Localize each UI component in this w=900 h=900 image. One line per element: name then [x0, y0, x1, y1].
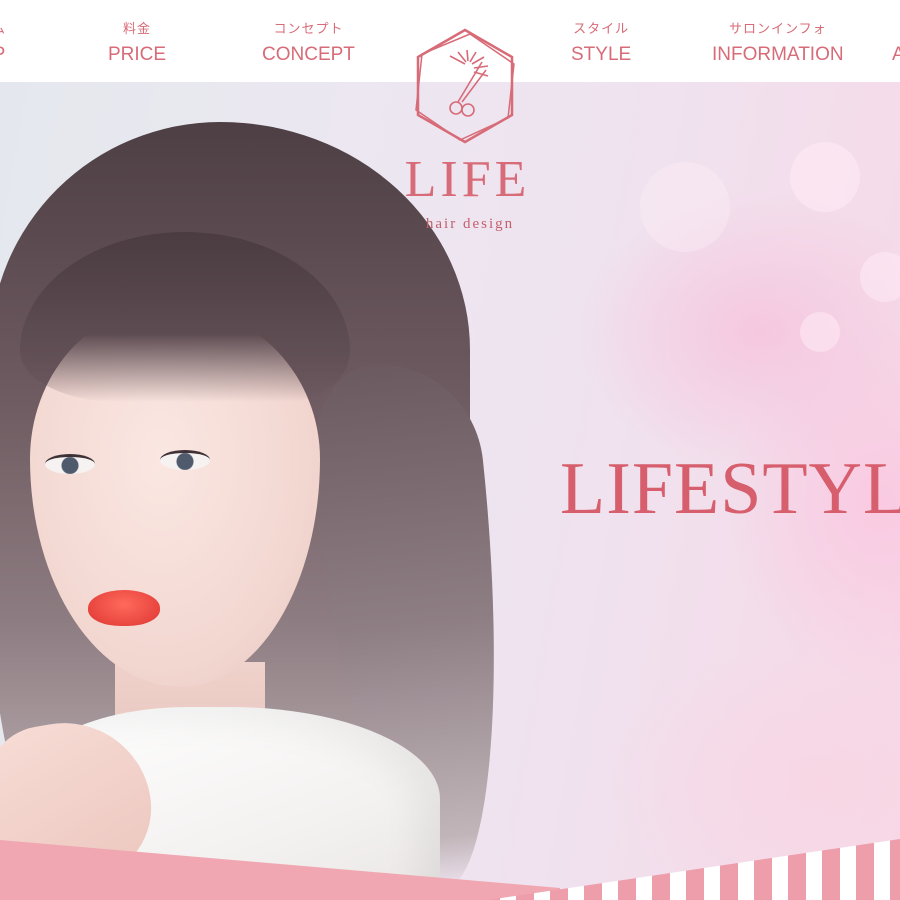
nav-item-jp-label: スタイル	[573, 21, 630, 36]
logo-title: LIFE	[404, 151, 531, 208]
nav-item-jp-label: サロンインフォ	[728, 21, 827, 36]
nav-item-jp-label: 料金	[123, 21, 152, 36]
nav-item-en-label: A	[892, 44, 900, 65]
nav-item-jp-label: ム	[0, 18, 6, 38]
nav-item-en-label: PRICE	[108, 44, 167, 65]
nav-item-en-label: INFORMATION	[712, 44, 844, 65]
nav-item-en-label: STYLE	[571, 44, 632, 65]
bokeh-light	[790, 142, 860, 212]
nav-item-style[interactable]: スタイル STYLE	[571, 18, 631, 66]
nav-item-concept[interactable]: コンセプト CONCEPT	[262, 18, 355, 66]
site-logo[interactable]: LIFE hair design	[390, 18, 550, 243]
bokeh-light	[860, 252, 900, 302]
hero-headline: LIFESTYL	[560, 448, 900, 530]
nav-item-jp-label: コンセプト	[273, 21, 344, 36]
bokeh-light	[640, 162, 730, 252]
logo-subtitle: hair design	[425, 216, 515, 232]
nav-item-en-label: CONCEPT	[262, 44, 355, 65]
nav-item-jp-label	[892, 18, 900, 38]
scissors-hexagon-icon	[415, 28, 515, 144]
nav-item-price[interactable]: 料金 PRICE	[108, 18, 166, 66]
nav-item-en-label: P	[0, 44, 6, 66]
nav-item-information[interactable]: サロンインフォ INFORMATION	[712, 18, 844, 66]
nav-item-partial-right[interactable]: A	[892, 18, 900, 66]
nav-item-partial-left[interactable]: ム P	[0, 18, 6, 66]
bokeh-light	[800, 312, 840, 352]
